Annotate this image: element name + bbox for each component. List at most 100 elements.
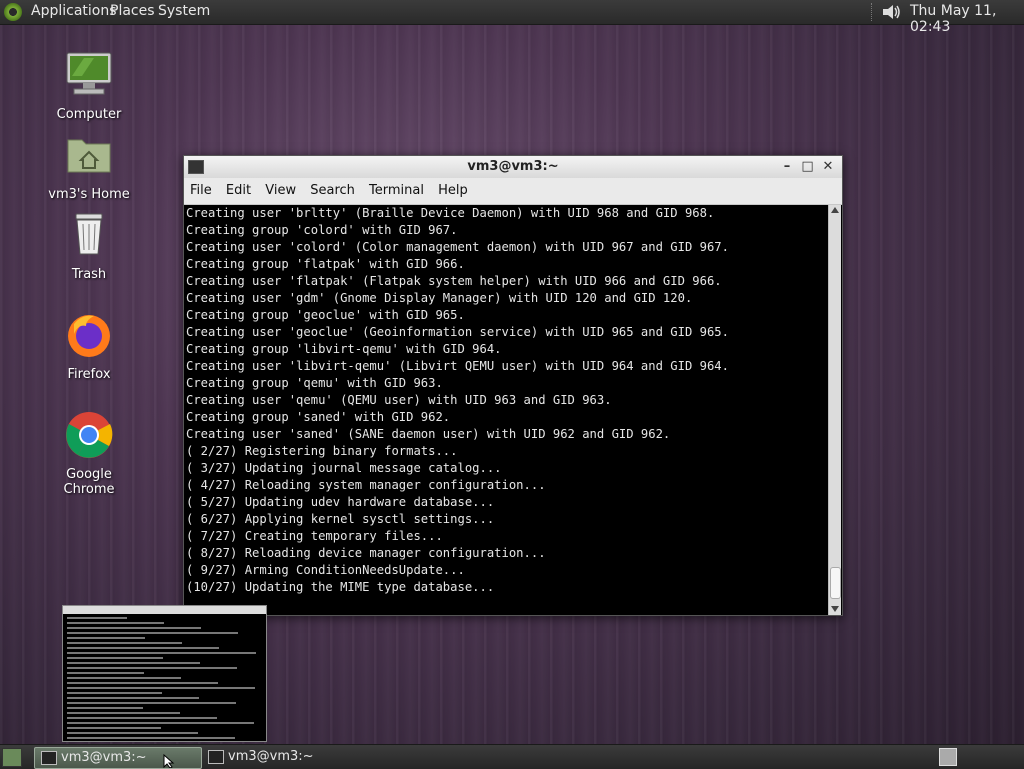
terminal-line: Creating user 'saned' (SANE daemon user)…	[186, 427, 671, 441]
terminal-line: (10/27) Updating the MIME type database.…	[186, 580, 495, 594]
volume-icon[interactable]	[880, 2, 902, 22]
preview-line	[67, 622, 164, 624]
preview-line	[67, 627, 201, 629]
menu-edit[interactable]: Edit	[224, 178, 255, 204]
terminal-line: ( 3/27) Updating journal message catalog…	[186, 461, 502, 475]
menu-applications[interactable]: Applications	[31, 3, 117, 19]
preview-line	[67, 647, 219, 649]
terminal-line: Creating user 'colord' (Color management…	[186, 240, 729, 254]
preview-line	[67, 657, 163, 659]
menu-search[interactable]: Search	[308, 178, 359, 204]
taskbar-window-preview[interactable]	[62, 605, 267, 742]
scroll-down-icon[interactable]	[831, 606, 839, 612]
preview-line	[67, 712, 180, 714]
home-folder-icon	[67, 139, 111, 173]
terminal-line: ( 9/27) Arming ConditionNeedsUpdate...	[186, 563, 465, 577]
taskbar-item-label: vm3@vm3:~	[228, 749, 314, 764]
preview-line	[67, 672, 144, 674]
distro-logo-icon[interactable]	[4, 3, 22, 21]
window-title: vm3@vm3:~	[467, 159, 559, 174]
terminal-line: ( 4/27) Reloading system manager configu…	[186, 478, 546, 492]
preview-line	[67, 707, 143, 709]
terminal-line: Creating user 'flatpak' (Flatpak system …	[186, 274, 722, 288]
terminal-scrollbar[interactable]	[828, 205, 841, 615]
terminal-line: Creating group 'qemu' with GID 963.	[186, 376, 443, 390]
preview-menubar	[63, 606, 266, 614]
desktop-icon-computer[interactable]: Computer	[39, 50, 139, 122]
scroll-thumb[interactable]	[830, 567, 841, 599]
terminal-line: Creating user 'qemu' (QEMU user) with UI…	[186, 393, 612, 407]
desktop-icon-trash[interactable]: Trash	[39, 210, 139, 282]
terminal-line: Creating user 'libvirt-qemu' (Libvirt QE…	[186, 359, 729, 373]
preview-line	[67, 637, 145, 639]
terminal-line: Creating user 'geoclue' (Geoinformation …	[186, 325, 729, 339]
computer-icon	[66, 52, 112, 95]
terminal-window[interactable]: vm3@vm3:~ – □ ✕ File Edit View Search Te…	[183, 155, 843, 616]
desktop-icon-label: vm3's Home	[48, 187, 130, 202]
terminal-line: ( 6/27) Applying kernel sysctl settings.…	[186, 512, 495, 526]
terminal-line: Creating group 'saned' with GID 962.	[186, 410, 451, 424]
terminal-line: ( 5/27) Updating udev hardware database.…	[186, 495, 495, 509]
show-desktop-icon[interactable]	[2, 748, 22, 767]
menu-terminal[interactable]: Terminal	[367, 178, 428, 204]
top-panel: Applications Places System Thu May 11, 0…	[0, 0, 1024, 35]
taskbar-item-label: vm3@vm3:~	[61, 750, 147, 765]
preview-line	[67, 652, 256, 654]
terminal-icon	[41, 751, 57, 765]
preview-line	[67, 642, 182, 644]
terminal-line: ( 7/27) Creating temporary files...	[186, 529, 443, 543]
terminal-menubar: File Edit View Search Terminal Help	[184, 178, 842, 205]
preview-line	[67, 677, 181, 679]
terminal-icon	[188, 160, 204, 174]
preview-line	[67, 667, 237, 669]
desktop-icon-label: Computer	[56, 107, 122, 122]
scroll-up-icon[interactable]	[831, 207, 839, 213]
firefox-icon	[68, 315, 110, 357]
bottom-panel: vm3@vm3:~ vm3@vm3:~	[0, 744, 1024, 769]
preview-line	[67, 722, 254, 724]
window-titlebar[interactable]: vm3@vm3:~ – □ ✕	[184, 156, 842, 179]
preview-line	[67, 732, 198, 734]
menu-file[interactable]: File	[188, 178, 216, 204]
panel-separator	[871, 3, 874, 21]
maximize-button[interactable]: □	[799, 156, 815, 178]
preview-line	[67, 687, 255, 689]
terminal-line: Creating group 'libvirt-qemu' with GID 9…	[186, 342, 502, 356]
preview-line	[67, 697, 199, 699]
terminal-line: Creating user 'gdm' (Gnome Display Manag…	[186, 291, 693, 305]
desktop-icon-firefox[interactable]: Firefox	[39, 310, 139, 382]
preview-line	[67, 692, 162, 694]
menu-view[interactable]: View	[263, 178, 300, 204]
workspace-switcher[interactable]	[939, 748, 957, 766]
terminal-line: Creating group 'flatpak' with GID 966.	[186, 257, 465, 271]
preview-line	[67, 727, 161, 729]
desktop-icon-chrome[interactable]: Google Chrome	[39, 410, 139, 497]
terminal-line: Creating user 'brltty' (Braille Device D…	[186, 206, 715, 220]
desktop-icon-label: Firefox	[67, 367, 111, 382]
desktop-icon-home[interactable]: vm3's Home	[39, 130, 139, 202]
preview-line	[67, 617, 127, 619]
menu-places[interactable]: Places	[110, 3, 155, 19]
preview-line	[67, 702, 236, 704]
preview-line	[67, 717, 217, 719]
minimize-button[interactable]: –	[779, 156, 795, 178]
mouse-pointer-icon	[163, 754, 175, 768]
terminal-line: Creating group 'geoclue' with GID 965.	[186, 308, 465, 322]
menu-system[interactable]: System	[158, 3, 210, 19]
preview-line	[67, 662, 200, 664]
taskbar-item[interactable]: vm3@vm3:~	[202, 747, 368, 767]
terminal-icon	[208, 750, 224, 764]
chrome-icon	[66, 412, 113, 458]
terminal-line: ( 2/27) Registering binary formats...	[186, 444, 458, 458]
preview-line	[67, 682, 218, 684]
trash-icon	[75, 213, 103, 255]
close-button[interactable]: ✕	[820, 156, 836, 178]
menu-help[interactable]: Help	[436, 178, 472, 204]
desktop-icon-label: Trash	[71, 267, 107, 282]
desktop-icon-label: Google Chrome	[63, 467, 115, 497]
terminal-line: Creating group 'colord' with GID 967.	[186, 223, 458, 237]
clock[interactable]: Thu May 11, 02:43	[910, 3, 1024, 35]
terminal-output[interactable]: Creating user 'brltty' (Braille Device D…	[184, 205, 829, 615]
terminal-line: ( 8/27) Reloading device manager configu…	[186, 546, 546, 560]
preview-line	[67, 632, 238, 634]
